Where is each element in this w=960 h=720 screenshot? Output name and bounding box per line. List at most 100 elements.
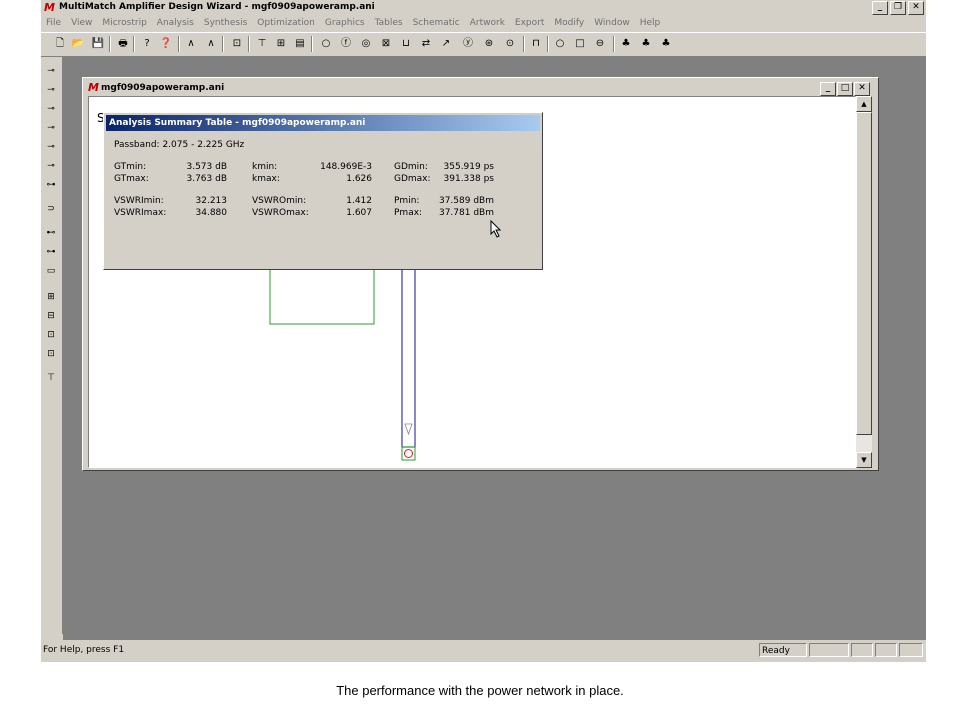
people-icon[interactable]: ♣ xyxy=(619,37,633,51)
doc-maximize-button[interactable]: □ xyxy=(837,82,853,96)
square-x-icon[interactable]: ⊠ xyxy=(379,37,393,51)
app-title: MultiMatch Amplifier Design Wizard - mgf… xyxy=(59,2,375,12)
help-icon[interactable]: ? xyxy=(140,37,154,51)
metric-value: 148.969E-3 xyxy=(320,162,372,172)
menu-export[interactable]: Export xyxy=(510,15,549,32)
triangle-marker-shape xyxy=(404,423,413,436)
trace-icon[interactable]: ∧ xyxy=(184,37,198,51)
print-icon[interactable]: 🖶 xyxy=(116,37,130,51)
metric-label: GTmax: xyxy=(114,174,149,184)
metric-label: Pmax: xyxy=(394,208,423,218)
menu-synthesis[interactable]: Synthesis xyxy=(199,15,252,32)
save-icon[interactable]: 💾 xyxy=(91,37,105,51)
menu-file[interactable]: File xyxy=(41,15,66,32)
tee-icon[interactable]: ⊤ xyxy=(255,37,269,51)
people3-icon[interactable]: ♣ xyxy=(659,37,673,51)
scroll-up-arrow-icon[interactable]: ▲ xyxy=(856,96,872,112)
metric-label: VSWROmax: xyxy=(252,208,309,218)
yellow-dot-icon[interactable]: ⊙ xyxy=(503,37,517,51)
toolbar-separator xyxy=(109,36,111,52)
lt12-icon[interactable]: ⊞ xyxy=(44,290,58,304)
square-icon[interactable]: □ xyxy=(573,37,587,51)
yellow-y-icon[interactable]: ⓨ xyxy=(461,37,475,51)
lt15-icon[interactable]: ⊡ xyxy=(44,347,58,361)
lt8-icon[interactable]: ⊃ xyxy=(44,202,58,216)
menu-view[interactable]: View xyxy=(66,15,97,32)
restore-button[interactable]: ❐ xyxy=(890,1,906,15)
main-toolbar: 🗋 📂 💾 🖶? ❓ ∧ ∧ ⊡ ⊤ ⊞ ▤ ○ ⓕ ◎ ⊠ ⊔ ⇄ ↗ ⓨ ⊛ ⊙ ⊓ ○ □ ⊖ ♣ ♣ ♣ xyxy=(41,32,926,57)
menu-help[interactable]: Help xyxy=(635,15,666,32)
lt1-icon[interactable]: ⊸ xyxy=(44,64,58,78)
menu-artwork[interactable]: Artwork xyxy=(465,15,510,32)
people2-icon[interactable]: ♣ xyxy=(639,37,653,51)
f-icon[interactable]: ⓕ xyxy=(339,37,353,51)
trace-alt-icon[interactable]: ∧ xyxy=(204,37,218,51)
component-icon[interactable]: ⊡ xyxy=(230,37,244,51)
menu-schematic[interactable]: Schematic xyxy=(408,15,465,32)
metric-value: 37.589 dBm xyxy=(438,196,494,206)
document-title: mgf0909apoweramp.ani xyxy=(101,83,225,93)
box-icon[interactable]: ▤ xyxy=(293,37,307,51)
close-button[interactable]: ✕ xyxy=(908,1,924,15)
cross-icon[interactable]: ⊞ xyxy=(274,37,288,51)
metric-value: 1.607 xyxy=(346,208,372,218)
connect-icon[interactable]: ↗ xyxy=(439,37,453,51)
metric-label: VSWROmin: xyxy=(252,196,307,206)
new-icon[interactable]: 🗋 xyxy=(53,37,67,51)
metric-value: 355.919 ps xyxy=(443,162,494,172)
metric-label: kmin: xyxy=(252,162,278,172)
menu-graphics[interactable]: Graphics xyxy=(320,15,370,32)
doc-minimize-button[interactable]: _ xyxy=(820,82,836,96)
lt2-icon[interactable]: ⊸ xyxy=(44,83,58,97)
menu-window[interactable]: Window xyxy=(589,15,635,32)
status-help-text: For Help, press F1 xyxy=(43,645,125,655)
lt3-icon[interactable]: ⊸ xyxy=(44,102,58,116)
port-icon[interactable]: ⊔ xyxy=(399,37,413,51)
lt13-icon[interactable]: ⊟ xyxy=(44,309,58,323)
metric-label: GDmin: xyxy=(394,162,428,172)
lt5-icon[interactable]: ⊸ xyxy=(44,140,58,154)
lt11-icon[interactable]: ▭ xyxy=(44,264,58,278)
toolbar-separator xyxy=(613,36,615,52)
lt9-icon[interactable]: ⊷ xyxy=(44,226,58,240)
vertical-scrollbar[interactable]: ▲ ▼ xyxy=(856,96,872,468)
menu-microstrip[interactable]: Microstrip xyxy=(97,15,151,32)
yellow-back-icon[interactable]: ⊛ xyxy=(482,37,496,51)
lt16-icon[interactable]: ⊤ xyxy=(44,371,58,385)
menu-modify[interactable]: Modify xyxy=(549,15,589,32)
doc-close-button[interactable]: ✕ xyxy=(854,82,870,96)
scroll-thumb[interactable] xyxy=(856,112,872,435)
ground-box-shape xyxy=(401,446,416,461)
lt7-icon[interactable]: ⊶ xyxy=(44,178,58,192)
metric-label: GTmin: xyxy=(114,162,147,172)
status-pane-4 xyxy=(875,643,897,657)
lt4-icon[interactable]: ⊸ xyxy=(44,121,58,135)
status-bar: For Help, press F1 Ready xyxy=(41,642,926,660)
document-title-bar[interactable]: M mgf0909apoweramp.ani _ □ ✕ xyxy=(85,80,874,96)
lt6-icon[interactable]: ⊸ xyxy=(44,159,58,173)
menu-tables[interactable]: Tables xyxy=(370,15,408,32)
lt14-icon[interactable]: ⊡ xyxy=(44,328,58,342)
minimize-button[interactable]: _ xyxy=(872,1,888,15)
context-help-icon[interactable]: ❓ xyxy=(159,37,173,51)
swap-icon[interactable]: ⇄ xyxy=(419,37,433,51)
lt10-icon[interactable]: ⊶ xyxy=(44,245,58,259)
ring-icon[interactable]: ○ xyxy=(553,37,567,51)
circle-icon[interactable]: ○ xyxy=(319,37,333,51)
menu-analysis[interactable]: Analysis xyxy=(152,15,199,32)
figure-caption: The performance with the power network i… xyxy=(336,683,624,698)
app-title-bar[interactable]: M MultiMatch Amplifier Design Wizard - m… xyxy=(41,0,926,15)
menu-optimization[interactable]: Optimization xyxy=(252,15,320,32)
analysis-summary-dialog: Analysis Summary Table - mgf0909apoweram… xyxy=(103,112,543,270)
target-icon[interactable]: ◎ xyxy=(359,37,373,51)
status-pane-3 xyxy=(851,643,873,657)
ground-circle-shape xyxy=(404,449,413,458)
metric-value: 3.763 dB xyxy=(186,174,227,184)
status-pane-2 xyxy=(809,643,849,657)
pulse-icon[interactable]: ⊓ xyxy=(529,37,543,51)
open-icon[interactable]: 📂 xyxy=(71,37,85,51)
minus-circle-icon[interactable]: ⊖ xyxy=(593,37,607,51)
toolbar-separator xyxy=(547,36,549,52)
scroll-down-arrow-icon[interactable]: ▼ xyxy=(856,452,872,468)
dialog-title-bar[interactable]: Analysis Summary Table - mgf0909apoweram… xyxy=(106,115,540,131)
